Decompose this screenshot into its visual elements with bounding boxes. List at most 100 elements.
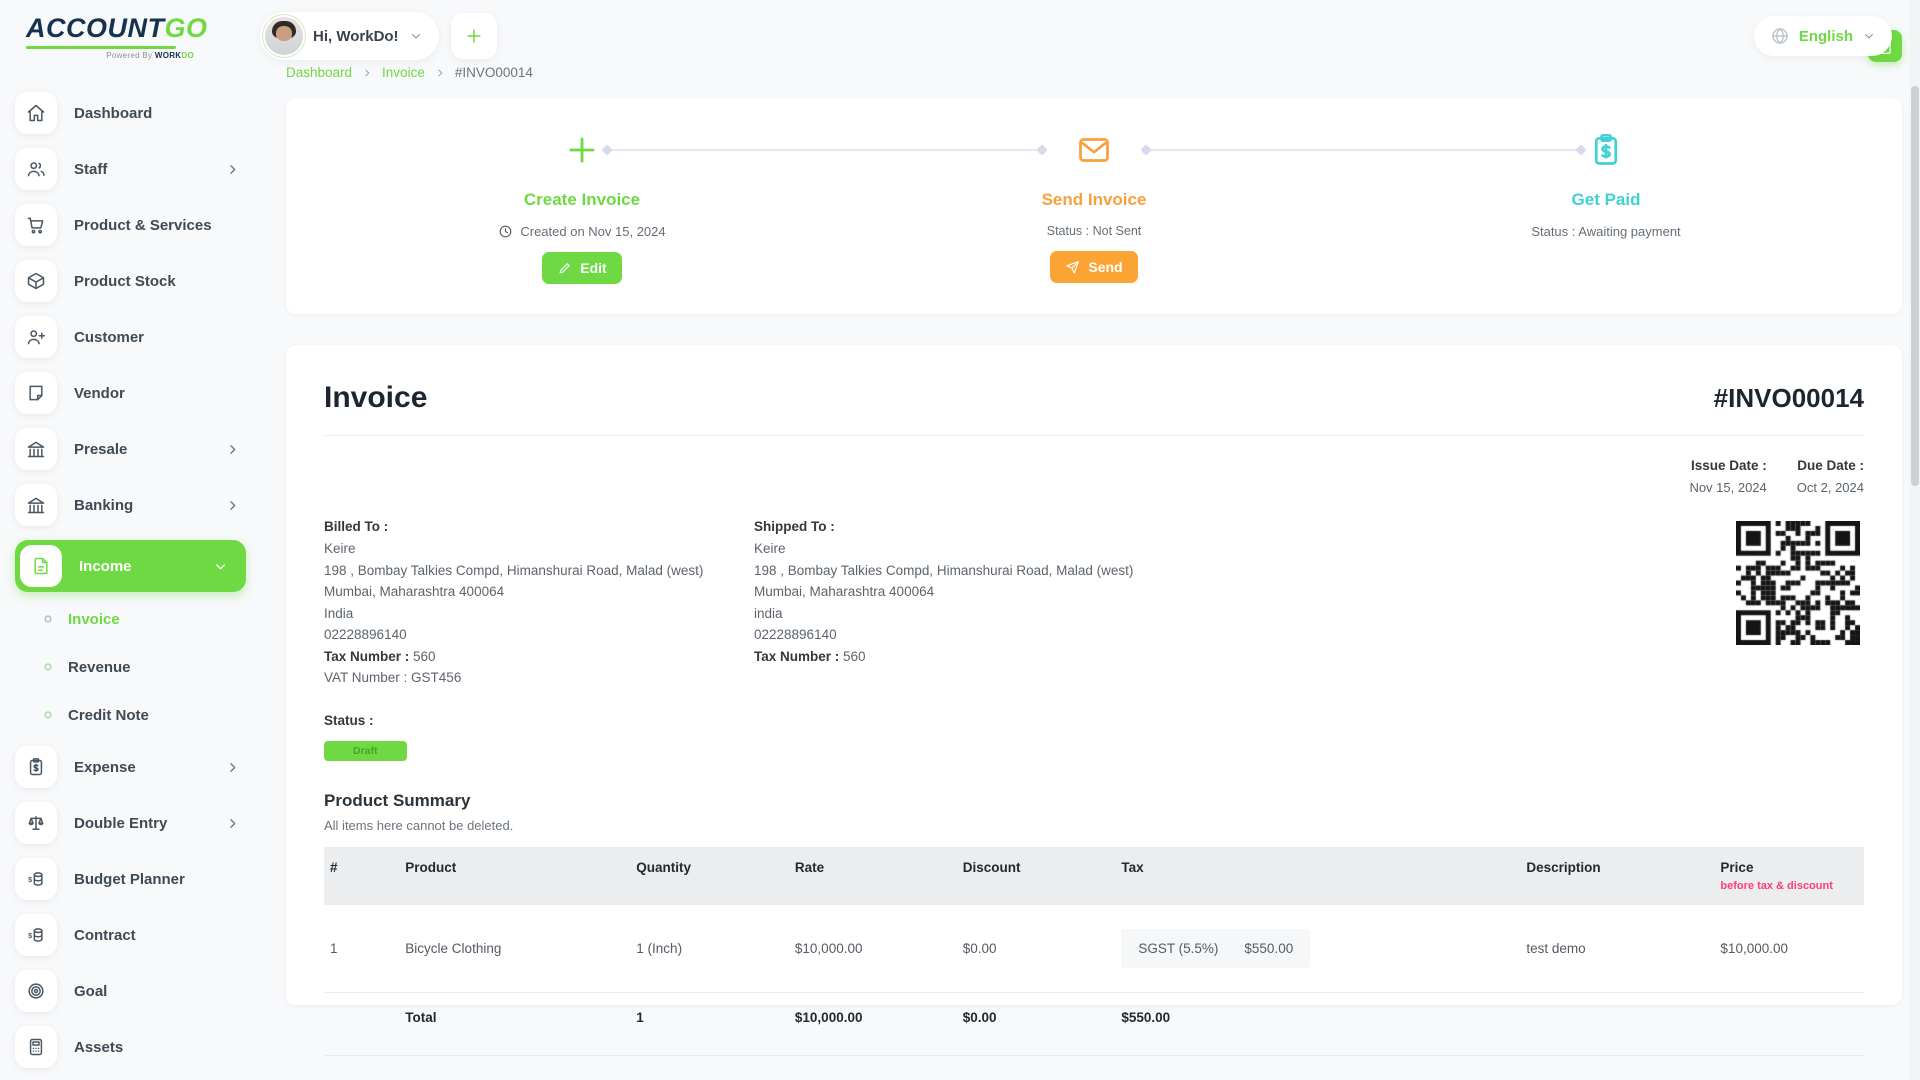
svg-text:$: $: [28, 932, 32, 940]
sidebar-item-double-entry[interactable]: Double Entry: [15, 802, 246, 844]
chevron-right-icon: [225, 816, 240, 831]
sidebar-item-label: Banking: [74, 497, 208, 514]
step-status: Status : Awaiting payment: [1531, 224, 1680, 239]
step-connector: [607, 149, 1042, 151]
globe-icon: [1770, 26, 1790, 46]
brand-powered-by: Powered By WORKDO: [26, 51, 194, 60]
sidebar-item-customer[interactable]: Customer: [15, 316, 246, 358]
sidebar-item-expense[interactable]: Expense: [15, 746, 246, 788]
language-selector[interactable]: English: [1754, 16, 1892, 56]
sidebar-nav: Dashboard Staff Product & Services Product …: [15, 92, 246, 1068]
send-icon: [1065, 260, 1080, 275]
sidebar-item-label: Assets: [74, 1039, 246, 1056]
avatar: [265, 17, 303, 55]
circle-icon: [42, 613, 54, 625]
top-bar: ACCOUNTGO Powered By WORKDO Hi, WorkDo! …: [0, 0, 1920, 72]
product-summary-title: Product Summary: [324, 791, 1864, 811]
sidebar-item-label: Presale: [74, 441, 208, 458]
col-description: Description: [1514, 847, 1708, 905]
sidebar-subitem-revenue[interactable]: Revenue: [15, 650, 246, 684]
send-invoice-button[interactable]: Send: [1050, 251, 1137, 283]
invoice-number: #INVO00014: [1714, 383, 1864, 414]
step-connector: [1146, 149, 1581, 151]
sidebar-item-presale[interactable]: Presale: [15, 428, 246, 470]
col-rate: Rate: [783, 847, 951, 905]
col-product: Product: [393, 847, 624, 905]
due-date-block: Due Date : Oct 2, 2024: [1797, 458, 1864, 495]
brand-name: ACCOUNTGO: [26, 13, 260, 44]
sidebar-item-banking[interactable]: Banking: [15, 484, 246, 526]
user-greeting: Hi, WorkDo!: [313, 28, 399, 45]
col-discount: Discount: [951, 847, 1110, 905]
coins-icon: $: [15, 914, 57, 956]
package-icon: [15, 260, 57, 302]
sidebar-item-goal[interactable]: Goal: [15, 970, 246, 1012]
sidebar-item-dashboard[interactable]: Dashboard: [15, 92, 246, 134]
sidebar-item-vendor[interactable]: Vendor: [15, 372, 246, 414]
sidebar-item-contract[interactable]: $Contract: [15, 914, 246, 956]
page-scrollbar[interactable]: [1909, 0, 1920, 1080]
step-title: Get Paid: [1572, 190, 1641, 210]
sidebar-item-label: Product & Services: [74, 217, 246, 234]
sidebar-item-label: Staff: [74, 161, 208, 178]
scale-icon: [15, 802, 57, 844]
col-tax: Tax: [1109, 847, 1514, 905]
invoice-progress-card: Create Invoice Created on Nov 15, 2024 E…: [286, 98, 1902, 314]
main-content: Invoice Detail Dashboard Invoice #INVO00…: [262, 0, 1920, 1005]
invoice-title: Invoice: [324, 381, 427, 415]
step-create-invoice: Create Invoice Created on Nov 15, 2024 E…: [326, 128, 838, 284]
sidebar-item-income[interactable]: Income: [15, 540, 246, 592]
clock-icon: [498, 224, 513, 239]
col-quantity: Quantity: [624, 847, 783, 905]
sidebar-subitem-credit-note[interactable]: Credit Note: [15, 698, 246, 732]
mail-icon: [1076, 132, 1112, 168]
brand-logo[interactable]: ACCOUNTGO Powered By WORKDO: [26, 13, 260, 60]
cart-icon: [15, 204, 57, 246]
col-index: #: [324, 847, 393, 905]
sidebar-item-label: Income: [79, 558, 196, 575]
home-icon: [15, 92, 57, 134]
sidebar-item-staff[interactable]: Staff: [15, 148, 246, 190]
clipboard-dollar-icon: [1588, 132, 1624, 168]
circle-icon: [42, 709, 54, 721]
col-price: Pricebefore tax & discount: [1708, 847, 1864, 905]
language-label: English: [1799, 28, 1853, 45]
user-menu[interactable]: Hi, WorkDo!: [260, 12, 439, 60]
price-note: before tax & discount: [1720, 880, 1852, 892]
quick-add-button[interactable]: [451, 13, 497, 59]
invoice-addresses: Billed To : Keire 198 , Bombay Talkies C…: [324, 519, 1864, 689]
step-get-paid: Get Paid Status : Awaiting payment: [1350, 128, 1862, 284]
pencil-icon: [557, 261, 572, 276]
sidebar-item-budget-planner[interactable]: $Budget Planner: [15, 858, 246, 900]
invoice-status-block: Status : Draft: [324, 713, 1864, 761]
sidebar: Dashboard Staff Product & Services Product …: [0, 78, 262, 1080]
step-status: Status : Not Sent: [1047, 224, 1142, 238]
chevron-right-icon: [225, 442, 240, 457]
sidebar-item-label: Double Entry: [74, 815, 208, 832]
users-icon: [15, 148, 57, 190]
shipped-to-block: Shipped To : Keire 198 , Bombay Talkies …: [754, 519, 1736, 689]
steps-row: Create Invoice Created on Nov 15, 2024 E…: [326, 128, 1862, 284]
sidebar-item-label: Goal: [74, 983, 246, 1000]
sidebar-subitem-label: Invoice: [68, 611, 120, 628]
chevron-right-icon: [225, 760, 240, 775]
bank-icon: [15, 484, 57, 526]
qr-code: [1736, 521, 1860, 645]
product-summary-note: All items here cannot be deleted.: [324, 818, 1864, 833]
edit-invoice-button[interactable]: Edit: [542, 252, 621, 284]
product-table: # Product Quantity Rate Discount Tax Des…: [324, 847, 1864, 1056]
invoice-dates: Issue Date : Nov 15, 2024 Due Date : Oct…: [324, 458, 1864, 495]
user-plus-icon: [15, 316, 57, 358]
scrollbar-thumb[interactable]: [1911, 86, 1919, 486]
note-icon: [15, 372, 57, 414]
sidebar-subitem-label: Credit Note: [68, 707, 149, 724]
file-text-icon: [20, 545, 62, 587]
step-title: Send Invoice: [1042, 190, 1147, 210]
sidebar-item-label: Budget Planner: [74, 871, 246, 888]
sidebar-subitem-invoice[interactable]: Invoice: [15, 602, 246, 636]
sidebar-subitem-label: Revenue: [68, 659, 131, 676]
table-header-row: # Product Quantity Rate Discount Tax Des…: [324, 847, 1864, 905]
sidebar-item-product-stock[interactable]: Product Stock: [15, 260, 246, 302]
sidebar-item-product-services[interactable]: Product & Services: [15, 204, 246, 246]
sidebar-item-assets[interactable]: Assets: [15, 1026, 246, 1068]
